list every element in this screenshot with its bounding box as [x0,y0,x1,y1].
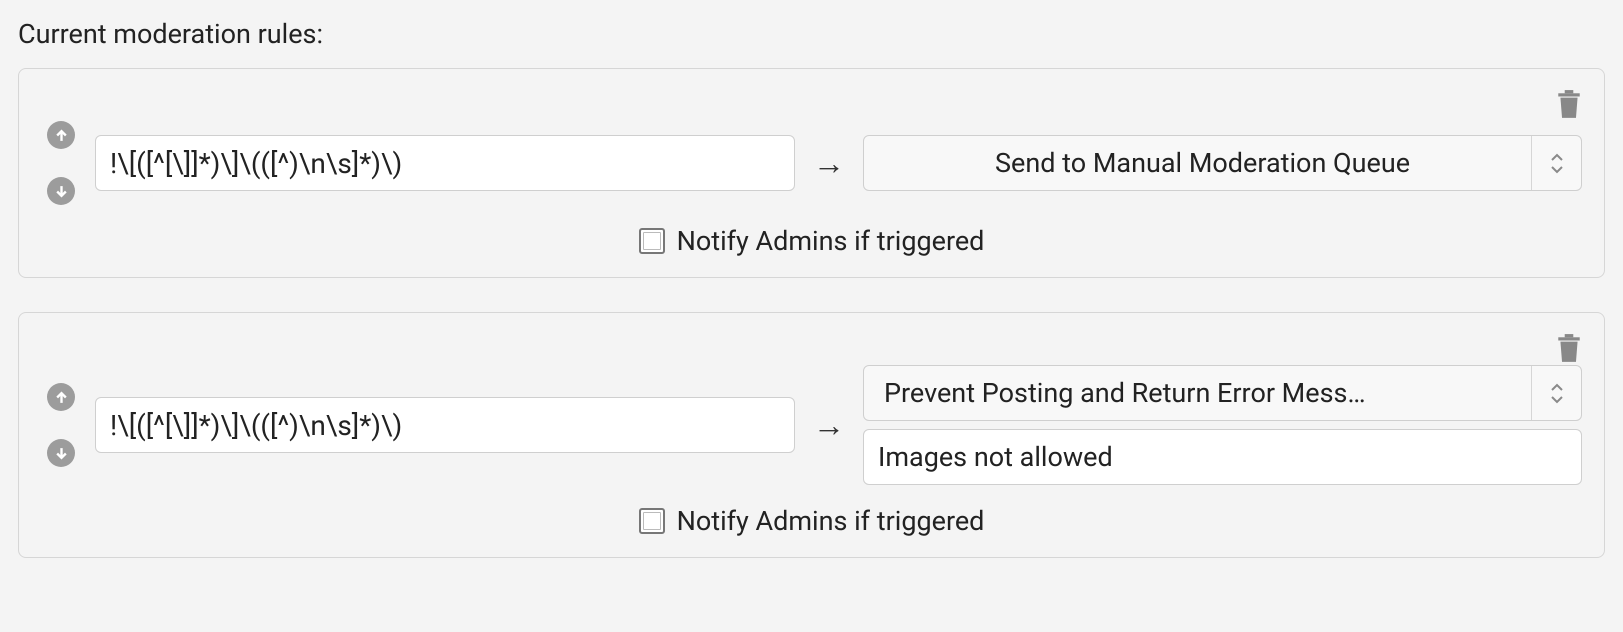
trash-icon [1556,89,1582,119]
pattern-input[interactable] [95,397,795,453]
action-select[interactable]: Send to Manual Moderation Queue [863,135,1582,191]
move-up-button[interactable] [47,383,75,411]
notify-admins-checkbox[interactable] [639,228,665,254]
notify-admins-checkbox[interactable] [639,508,665,534]
delete-rule-button[interactable] [1556,333,1582,363]
select-stepper-icon [1531,136,1581,190]
trash-icon [1556,333,1582,363]
notify-admins-label: Notify Admins if triggered [677,225,985,257]
move-down-button[interactable] [47,439,75,467]
pattern-input[interactable] [95,135,795,191]
action-select[interactable]: Prevent Posting and Return Error Mess… [863,365,1582,421]
delete-rule-button[interactable] [1556,89,1582,119]
move-down-button[interactable] [47,177,75,205]
mapping-arrow-icon: → [809,406,849,444]
moderation-rule-card: → Send to Manual Moderation Queue Notify… [18,68,1605,278]
action-select-value: Send to Manual Moderation Queue [884,147,1521,179]
arrow-up-icon [55,129,68,142]
arrow-down-icon [55,185,68,198]
reorder-controls [41,121,81,205]
notify-admins-label: Notify Admins if triggered [677,505,985,537]
arrow-up-icon [55,391,68,404]
select-stepper-icon [1531,366,1581,420]
section-heading: Current moderation rules: [18,18,1605,50]
moderation-rule-card: → Prevent Posting and Return Error Mess…… [18,312,1605,558]
action-select-value: Prevent Posting and Return Error Mess… [884,377,1521,409]
arrow-down-icon [55,447,68,460]
error-message-input[interactable] [863,429,1582,485]
move-up-button[interactable] [47,121,75,149]
reorder-controls [41,383,81,467]
mapping-arrow-icon: → [809,144,849,182]
